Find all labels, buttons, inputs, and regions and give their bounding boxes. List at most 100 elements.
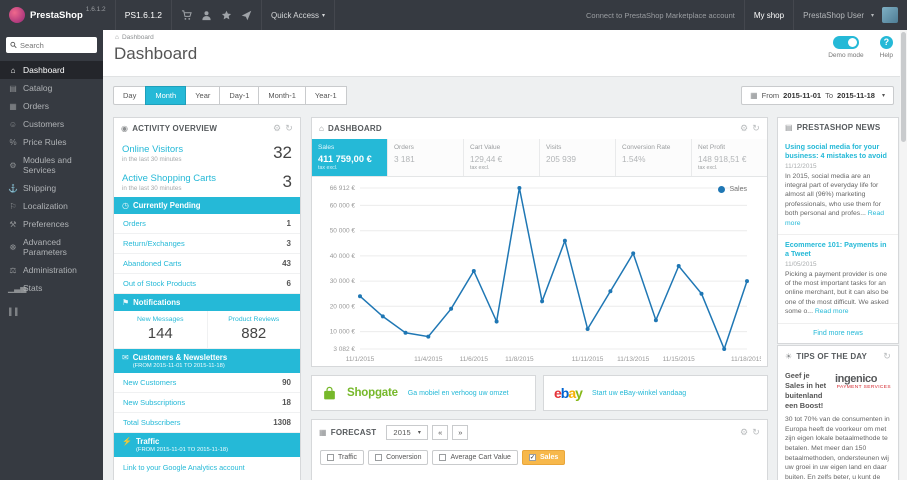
kpi-sales[interactable]: Sales 411 759,00 € tax excl.	[312, 139, 388, 176]
sidebar-item-label: Price Rules	[23, 137, 67, 147]
find-more-news-link[interactable]: Find more news	[778, 324, 898, 343]
help-button[interactable]: ? Help	[880, 36, 893, 59]
forecast-legend-sales[interactable]: ✓ Sales	[521, 450, 566, 465]
sidebar-item-administration[interactable]: ⚖ Administration	[0, 261, 103, 279]
sidebar-item-dashboard[interactable]: ⌂ Dashboard	[0, 61, 103, 79]
new-subscriptions-row[interactable]: New Subscriptions 18	[114, 393, 300, 413]
page-scrollbar[interactable]	[900, 30, 907, 480]
forecast-year-select[interactable]: 2015 ▾	[386, 425, 429, 440]
kpi-visits[interactable]: Visits 205 939	[540, 139, 616, 176]
svg-text:11/6/2015: 11/6/2015	[460, 356, 489, 363]
gear-icon: ⚙	[9, 160, 17, 170]
sidebar-item-modules[interactable]: ⚙ Modules and Services	[0, 151, 103, 179]
sidebar-search[interactable]	[6, 37, 97, 53]
abandoned-carts-row[interactable]: Abandoned Carts 43	[114, 254, 300, 274]
sidebar-collapse-button[interactable]: ▌▌	[0, 309, 103, 316]
pending-returns-row[interactable]: Return/Exchanges 3	[114, 234, 300, 254]
ebay-logo: ebay	[554, 385, 583, 401]
pending-orders-row[interactable]: Orders 1	[114, 214, 300, 234]
prestashop-logo-icon	[9, 7, 25, 23]
gear-icon[interactable]: ⚙	[273, 123, 281, 134]
marketplace-link[interactable]: Connect to PrestaShop Marketplace accoun…	[577, 0, 745, 30]
kpi-net-profit[interactable]: Net Profit 148 918,51 € tax excl.	[692, 139, 767, 176]
article-title-link[interactable]: Ecommerce 101: Payments in a Tweet	[785, 240, 891, 259]
ebay-link[interactable]: Start uw eBay-winkel vandaag	[592, 390, 686, 397]
lightbulb-icon: ☀	[785, 352, 793, 361]
demo-mode-toggle[interactable]	[832, 36, 859, 49]
sidebar-item-orders[interactable]: ▦ Orders	[0, 97, 103, 115]
refresh-icon[interactable]: ↻	[752, 427, 760, 438]
kpi-cart-value[interactable]: Cart Value 129,44 € tax excl.	[464, 139, 540, 176]
forecast-legend-conversion[interactable]: Conversion	[368, 450, 429, 465]
cart-icon[interactable]	[181, 9, 192, 21]
previous-year-button[interactable]: «	[432, 425, 449, 440]
sidebar-item-shipping[interactable]: ⚓ Shipping	[0, 179, 103, 197]
forecast-legend-average-cart-value[interactable]: Average Cart Value	[432, 450, 518, 465]
my-shop-link[interactable]: My shop	[745, 0, 795, 30]
sidebar-item-preferences[interactable]: ⚒ Preferences	[0, 215, 103, 233]
refresh-icon[interactable]: ↻	[285, 123, 293, 134]
quick-access-menu[interactable]: Quick Access ▾	[262, 0, 336, 30]
total-subscribers-row[interactable]: Total Subscribers 1308	[114, 413, 300, 433]
kpi-label: Orders	[394, 144, 414, 151]
filter-year-1-button[interactable]: Year-1	[304, 86, 347, 105]
next-year-button[interactable]: »	[452, 425, 469, 440]
sidebar-item-label: Customers	[23, 119, 65, 129]
demo-mode-label: Demo mode	[828, 52, 864, 59]
new-messages-stat[interactable]: New Messages 144	[114, 311, 207, 348]
kpi-value: 411 759,00 €	[318, 154, 372, 164]
scrollbar-thumb[interactable]	[901, 32, 906, 142]
read-more-link[interactable]: Read more	[815, 308, 849, 315]
demo-mode-control[interactable]: Demo mode	[828, 36, 864, 59]
chip-label: Conversion	[386, 454, 422, 461]
ebay-promo[interactable]: ebay Start uw eBay-winkel vandaag	[543, 375, 768, 411]
shop-name[interactable]: PS1.6.1.2	[116, 0, 173, 30]
shopgate-promo[interactable]: Shopgate Ga mobiel en verhoog uw omzet	[311, 375, 536, 411]
date-range-picker[interactable]: ▦ From 2015-11-01 To 2015-11-18 ▾	[741, 86, 894, 105]
shopgate-link[interactable]: Ga mobiel en verhoog uw omzet	[408, 390, 509, 397]
filter-month-1-button[interactable]: Month-1	[258, 86, 306, 105]
google-analytics-link[interactable]: Link to your Google Analytics account	[114, 457, 300, 478]
paper-plane-icon[interactable]	[241, 10, 252, 21]
section-title: Customers & Newsletters	[132, 353, 228, 362]
refresh-icon[interactable]: ↻	[883, 351, 891, 362]
user-menu[interactable]: PrestaShop User ▾	[794, 0, 907, 30]
newspaper-icon: ▤	[785, 123, 793, 132]
ingenico-brand-subtitle: PAYMENT SERVICES	[836, 385, 891, 390]
chart-legend[interactable]: Sales	[718, 186, 747, 193]
kpi-orders[interactable]: Orders 3 181	[388, 139, 464, 176]
new-customers-row[interactable]: New Customers 90	[114, 373, 300, 393]
catalog-icon: ▤	[9, 83, 17, 93]
article-title-link[interactable]: Using social media for your business: 4 …	[785, 142, 891, 161]
sidebar-item-price-rules[interactable]: % Price Rules	[0, 133, 103, 151]
online-visitors-metric[interactable]: Online Visitors in the last 30 minutes 3…	[114, 139, 300, 168]
sidebar-item-customers[interactable]: ☺ Customers	[0, 115, 103, 133]
sidebar-item-localization[interactable]: ⚐ Localization	[0, 197, 103, 215]
user-icon[interactable]	[201, 10, 212, 21]
forecast-legend-traffic[interactable]: Traffic	[320, 450, 365, 465]
search-input[interactable]	[20, 40, 93, 50]
sidebar-item-advanced-parameters[interactable]: ☸ Advanced Parameters	[0, 233, 103, 261]
panel-title: FORECAST	[330, 428, 377, 437]
gear-icon[interactable]: ⚙	[740, 123, 748, 134]
out-of-stock-row[interactable]: Out of Stock Products 6	[114, 274, 300, 294]
sidebar-item-label: Orders	[23, 101, 49, 111]
filter-month-button[interactable]: Month	[145, 86, 187, 105]
svg-text:11/1/2015: 11/1/2015	[346, 356, 375, 363]
refresh-icon[interactable]: ↻	[752, 123, 760, 134]
active-carts-metric[interactable]: Active Shopping Carts in the last 30 min…	[114, 168, 300, 197]
prestashop-logo[interactable]: PrestaShop 1.6.1.2	[0, 0, 116, 30]
filter-row: Day Month Year Day-1 Month-1 Year-1 ▦ Fr…	[113, 86, 894, 105]
notifications-header: ⚑ Notifications	[114, 294, 300, 311]
filter-year-button[interactable]: Year	[185, 86, 221, 105]
gear-icon[interactable]: ⚙	[740, 427, 748, 438]
sidebar-item-catalog[interactable]: ▤ Catalog	[0, 79, 103, 97]
sidebar-item-stats[interactable]: ▁▃▅ Stats	[0, 279, 103, 297]
product-reviews-stat[interactable]: Product Reviews 882	[206, 311, 301, 348]
kpi-conversion-rate[interactable]: Conversion Rate 1.54%	[616, 139, 692, 176]
star-icon[interactable]	[221, 10, 232, 21]
row-value: 6	[286, 279, 291, 288]
filter-day-button[interactable]: Day	[113, 86, 147, 105]
filter-day-1-button[interactable]: Day-1	[219, 86, 260, 105]
lightning-icon: ⚡	[122, 437, 132, 446]
